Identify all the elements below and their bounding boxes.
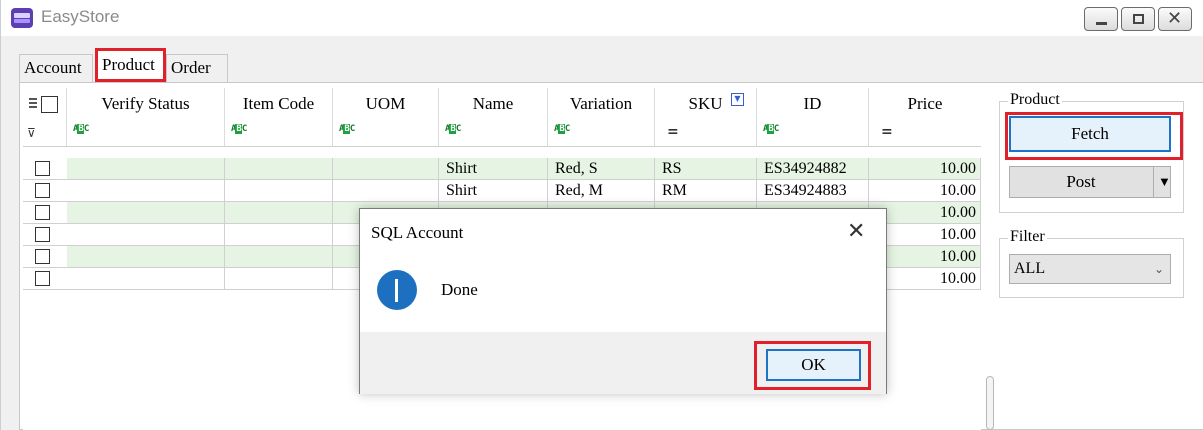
cell-item-code[interactable] — [225, 268, 333, 289]
table-row[interactable]: Shirt Red, M RM ES34924883 10.00 — [23, 180, 981, 202]
cell-verify-status[interactable] — [67, 246, 225, 267]
cell-variation[interactable]: Red, M — [548, 180, 655, 201]
cell-verify-status[interactable] — [67, 158, 225, 179]
chevron-down-icon: ⌄ — [1153, 262, 1164, 276]
dialog-footer: OK — [360, 332, 886, 394]
cell-verify-status[interactable] — [67, 224, 225, 245]
column-header-uom[interactable]: UOM ABC — [333, 88, 439, 146]
dialog-message: Done — [441, 280, 478, 299]
cell-name[interactable]: Shirt — [439, 158, 548, 179]
equals-filter-icon[interactable]: = — [881, 124, 893, 140]
dialog-close-icon[interactable]: ✕ — [847, 219, 865, 244]
cell-item-code[interactable] — [225, 246, 333, 267]
active-filter-icon[interactable]: ▼ — [731, 93, 744, 106]
minimize-button[interactable] — [1084, 7, 1118, 31]
filter-select[interactable]: ALL ⌄ — [1009, 254, 1171, 284]
tab-product[interactable]: Product — [95, 48, 166, 82]
title-bar: EasyStore ✕ — [1, 0, 1203, 36]
cell-uom[interactable] — [333, 180, 439, 201]
cell-verify-status[interactable] — [67, 268, 225, 289]
row-checkbox[interactable] — [35, 183, 50, 198]
cell-id[interactable]: ES34924882 — [757, 158, 869, 179]
splitter-handle[interactable] — [986, 376, 994, 430]
text-filter-icon[interactable]: ABC — [554, 124, 570, 134]
post-button-label: Post — [1066, 172, 1096, 191]
app-window: EasyStore ✕ Account Order Product ⊽ Veri… — [0, 0, 1203, 430]
maximize-icon — [1133, 14, 1144, 24]
equals-filter-icon[interactable]: = — [667, 124, 679, 140]
filter-selected-value: ALL — [1014, 260, 1046, 277]
text-filter-icon[interactable]: ABC — [763, 124, 779, 134]
text-filter-icon[interactable]: ABC — [445, 124, 461, 134]
ok-button[interactable]: OK — [766, 349, 861, 381]
minimize-icon — [1096, 22, 1107, 25]
row-checkbox[interactable] — [35, 227, 50, 242]
window-title: EasyStore — [41, 7, 120, 26]
text-filter-icon[interactable]: ABC — [339, 124, 355, 134]
close-window-button[interactable]: ✕ — [1158, 7, 1192, 31]
info-icon — [377, 270, 417, 310]
cell-sku[interactable]: RM — [655, 180, 757, 201]
column-header-id[interactable]: ID ABC — [757, 88, 869, 146]
cell-verify-status[interactable] — [67, 180, 225, 201]
cell-item-code[interactable] — [225, 180, 333, 201]
cell-id[interactable]: ES34924883 — [757, 180, 869, 201]
column-header-variation[interactable]: Variation ABC — [548, 88, 655, 146]
column-chooser-icon[interactable] — [29, 98, 37, 110]
column-header-sku[interactable]: SKU ▼ = — [655, 88, 757, 146]
column-header-verify-status[interactable]: Verify Status ABC — [67, 88, 225, 146]
text-filter-icon[interactable]: ABC — [231, 124, 247, 134]
cell-item-code[interactable] — [225, 158, 333, 179]
select-column-header: ⊽ — [23, 88, 67, 146]
cell-sku[interactable]: RS — [655, 158, 757, 179]
cell-price[interactable]: 10.00 — [869, 158, 981, 179]
row-checkbox[interactable] — [35, 271, 50, 286]
table-row[interactable]: Shirt Red, S RS ES34924882 10.00 — [23, 158, 981, 180]
post-split-button[interactable]: Post ▼ — [1009, 166, 1171, 198]
cell-item-code[interactable] — [225, 202, 333, 223]
tab-order[interactable]: Order — [166, 54, 228, 82]
row-checkbox[interactable] — [35, 249, 50, 264]
text-filter-icon[interactable]: ABC — [73, 124, 89, 134]
cell-verify-status[interactable] — [67, 202, 225, 223]
close-icon: ✕ — [1167, 8, 1183, 29]
fetch-button[interactable]: Fetch — [1009, 116, 1171, 152]
row-checkbox[interactable] — [35, 161, 50, 176]
cell-item-code[interactable] — [225, 224, 333, 245]
dialog-title: SQL Account — [371, 223, 464, 242]
column-header-price[interactable]: Price = — [869, 88, 981, 146]
cell-variation[interactable]: Red, S — [548, 158, 655, 179]
tab-account[interactable]: Account — [19, 54, 93, 82]
grid-header: ⊽ Verify Status ABC Item Code ABC UOM AB… — [23, 88, 981, 147]
cell-name[interactable]: Shirt — [439, 180, 548, 201]
dropdown-arrow-icon[interactable]: ▼ — [1158, 167, 1171, 197]
filter-group-label: Filter — [1008, 228, 1047, 246]
select-all-checkbox[interactable] — [41, 96, 58, 113]
cell-uom[interactable] — [333, 158, 439, 179]
column-header-item-code[interactable]: Item Code ABC — [225, 88, 333, 146]
app-logo-icon — [11, 8, 33, 28]
row-checkbox[interactable] — [35, 205, 50, 220]
cell-price[interactable]: 10.00 — [869, 180, 981, 201]
column-header-name[interactable]: Name ABC — [439, 88, 548, 146]
message-dialog: SQL Account ✕ Done OK — [359, 208, 887, 394]
filter-row-icon[interactable]: ⊽ — [27, 126, 36, 140]
maximize-button[interactable] — [1121, 7, 1155, 31]
product-group-label: Product — [1008, 91, 1062, 109]
